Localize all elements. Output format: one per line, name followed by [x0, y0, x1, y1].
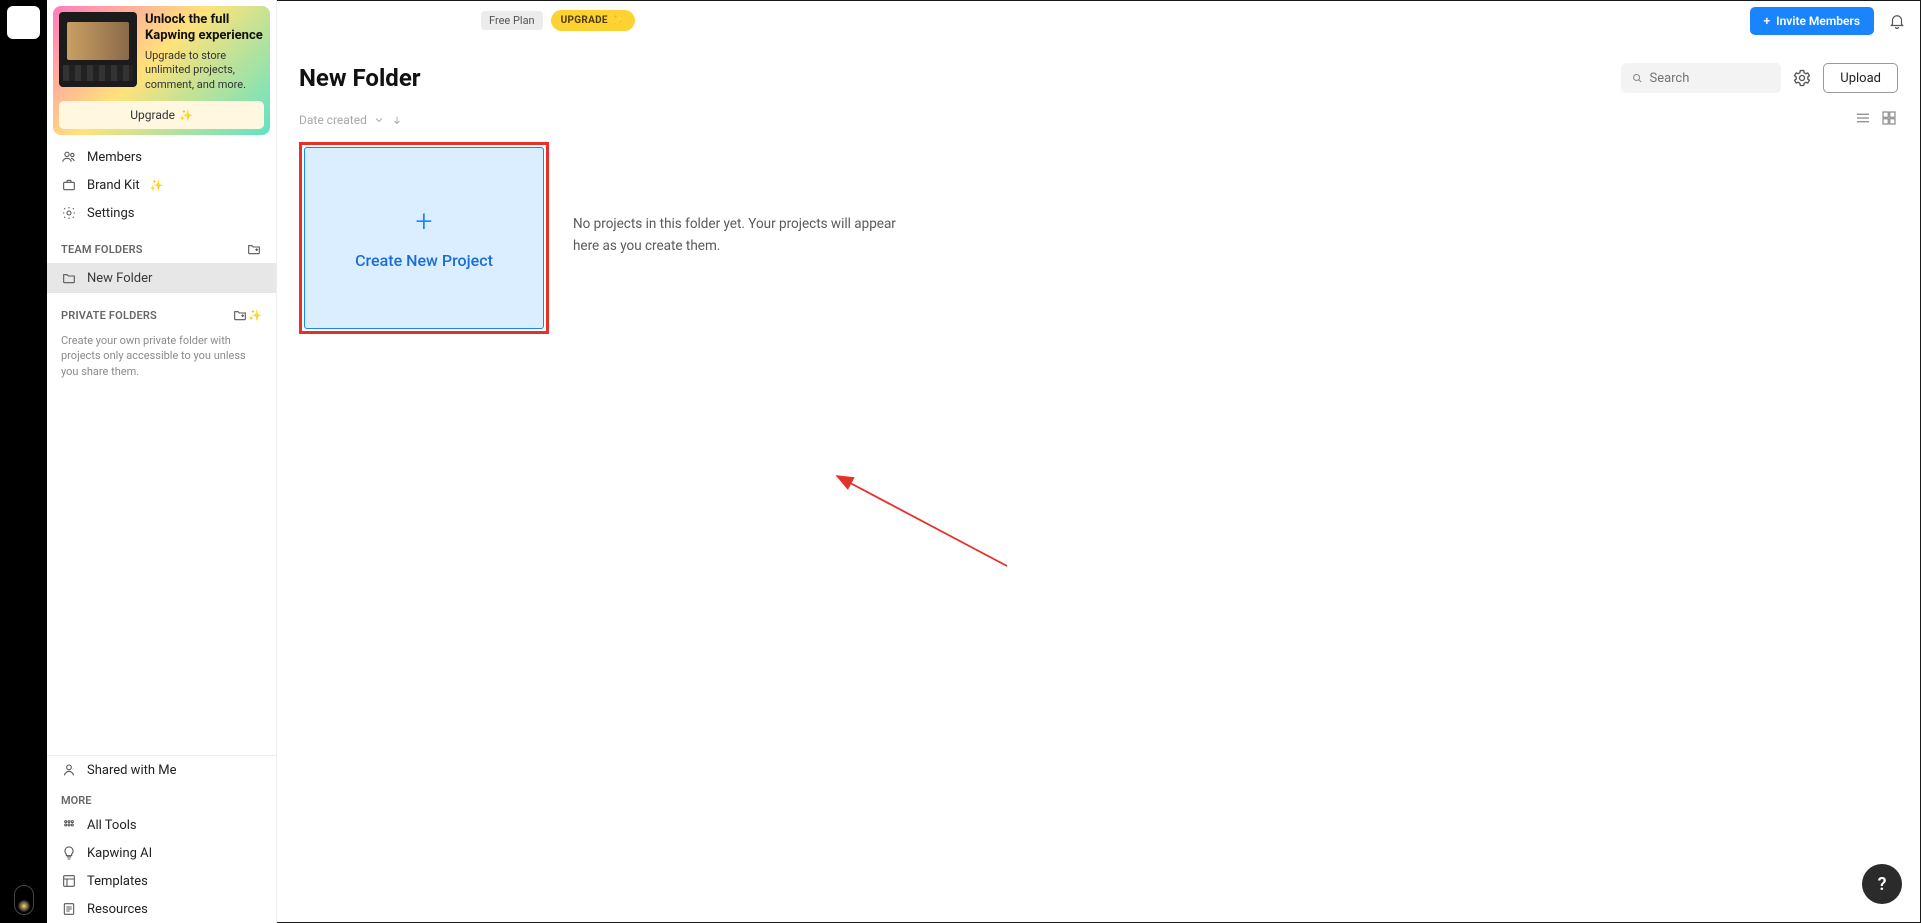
upgrade-pill-button[interactable]: UPGRADE ✨ [551, 10, 635, 31]
sparkle-icon: ✨ [611, 14, 625, 27]
grid-view-button[interactable] [1880, 109, 1898, 130]
sidebar-item-all-tools[interactable]: All Tools [47, 811, 276, 839]
upgrade-promo-card: Unlock the full Kapwing experience Upgra… [53, 6, 270, 135]
search-input[interactable] [1649, 71, 1771, 86]
promo-title: Unlock the full Kapwing experience [145, 12, 264, 45]
folder-icon [61, 270, 77, 286]
plus-icon: + [416, 207, 433, 237]
page-title: New Folder [299, 64, 421, 92]
sidebar-item-label: All Tools [87, 818, 137, 833]
briefcase-icon [61, 177, 77, 193]
sidebar-item-members[interactable]: Members [47, 143, 276, 171]
sparkle-icon: ✨ [179, 109, 193, 122]
grid-icon [61, 817, 77, 833]
help-label: ? [1878, 874, 1887, 895]
section-label: PRIVATE FOLDERS [61, 309, 157, 322]
arrow-down-icon[interactable] [391, 114, 403, 126]
app-logo[interactable] [7, 6, 40, 39]
list-view-button[interactable] [1854, 109, 1872, 130]
app-rail [0, 0, 47, 923]
sidebar-item-settings[interactable]: Settings [47, 199, 276, 227]
invite-button-label: Invite Members [1776, 14, 1860, 28]
search-icon [1631, 71, 1643, 85]
help-button[interactable]: ? [1862, 864, 1902, 904]
settings-icon-button[interactable] [1791, 67, 1813, 89]
sort-dropdown[interactable]: Date created [299, 113, 367, 127]
more-section-label: MORE [47, 784, 276, 811]
document-icon [61, 901, 77, 917]
annotation-highlight-box: + Create New Project [299, 142, 549, 334]
toggle-knob [18, 900, 30, 912]
private-folders-hint: Create your own private folder with proj… [47, 329, 276, 389]
sidebar-item-kapwing-ai[interactable]: Kapwing AI [47, 839, 276, 867]
sidebar-item-shared[interactable]: Shared with Me [47, 756, 276, 784]
sparkle-icon: ✨ [248, 309, 262, 322]
annotation-arrow [547, 276, 1027, 576]
sidebar-item-label: Members [87, 150, 142, 165]
promo-subtitle: Upgrade to store unlimited projects, com… [145, 49, 264, 94]
empty-state-message: No projects in this folder yet. Your pro… [573, 142, 903, 257]
notifications-icon[interactable] [1888, 12, 1906, 30]
sort-label: Date created [299, 113, 367, 127]
sidebar-bottom: Shared with Me MORE All Tools Kapwing AI… [47, 755, 276, 923]
template-icon [61, 873, 77, 889]
folder-name: New Folder [87, 271, 152, 286]
upload-button[interactable]: Upload [1823, 63, 1898, 93]
lightbulb-icon [61, 845, 77, 861]
plus-icon: + [1764, 14, 1771, 28]
add-team-folder-button[interactable] [246, 241, 262, 257]
gear-icon [61, 205, 77, 221]
sidebar: Unlock the full Kapwing experience Upgra… [47, 0, 277, 923]
content-header: New Folder Upload [277, 41, 1920, 99]
section-label: TEAM FOLDERS [61, 243, 143, 256]
private-folders-header: PRIVATE FOLDERS ✨ [47, 293, 276, 329]
sidebar-item-label: Templates [87, 874, 148, 889]
sparkle-icon: ✨ [150, 179, 164, 192]
main-area: Free Plan UPGRADE ✨ + Invite Members New… [277, 0, 1921, 923]
sidebar-item-label: Resources [87, 902, 148, 917]
sidebar-item-label: Kapwing AI [87, 846, 152, 861]
create-card-label: Create New Project [355, 251, 493, 270]
sidebar-item-resources[interactable]: Resources [47, 895, 276, 923]
invite-members-button[interactable]: + Invite Members [1750, 7, 1874, 35]
team-folders-header: TEAM FOLDERS [47, 227, 276, 263]
add-private-folder-button[interactable]: ✨ [232, 307, 262, 323]
upgrade-button-label: Upgrade [130, 108, 175, 122]
team-folder-item[interactable]: New Folder [47, 263, 276, 293]
members-icon [61, 149, 77, 165]
projects-grid: + Create New Project No projects in this… [277, 136, 1920, 340]
theme-toggle[interactable] [14, 885, 34, 915]
upgrade-button[interactable]: Upgrade ✨ [59, 101, 264, 129]
sidebar-item-label: Shared with Me [87, 763, 177, 778]
sidebar-item-templates[interactable]: Templates [47, 867, 276, 895]
create-new-project-card[interactable]: + Create New Project [304, 147, 544, 329]
sort-row: Date created [277, 99, 1920, 136]
chevron-down-icon [373, 114, 385, 126]
upgrade-pill-label: UPGRADE [561, 15, 608, 26]
rail-bottom [0, 885, 47, 915]
sidebar-item-label: Brand Kit [87, 178, 140, 193]
search-box[interactable] [1621, 63, 1781, 93]
sidebar-item-label: Settings [87, 206, 134, 221]
topbar: Free Plan UPGRADE ✨ + Invite Members [277, 1, 1920, 41]
person-icon [61, 762, 77, 778]
free-plan-badge: Free Plan [481, 11, 543, 30]
sidebar-item-brand-kit[interactable]: Brand Kit ✨ [47, 171, 276, 199]
promo-thumbnail [59, 12, 137, 87]
